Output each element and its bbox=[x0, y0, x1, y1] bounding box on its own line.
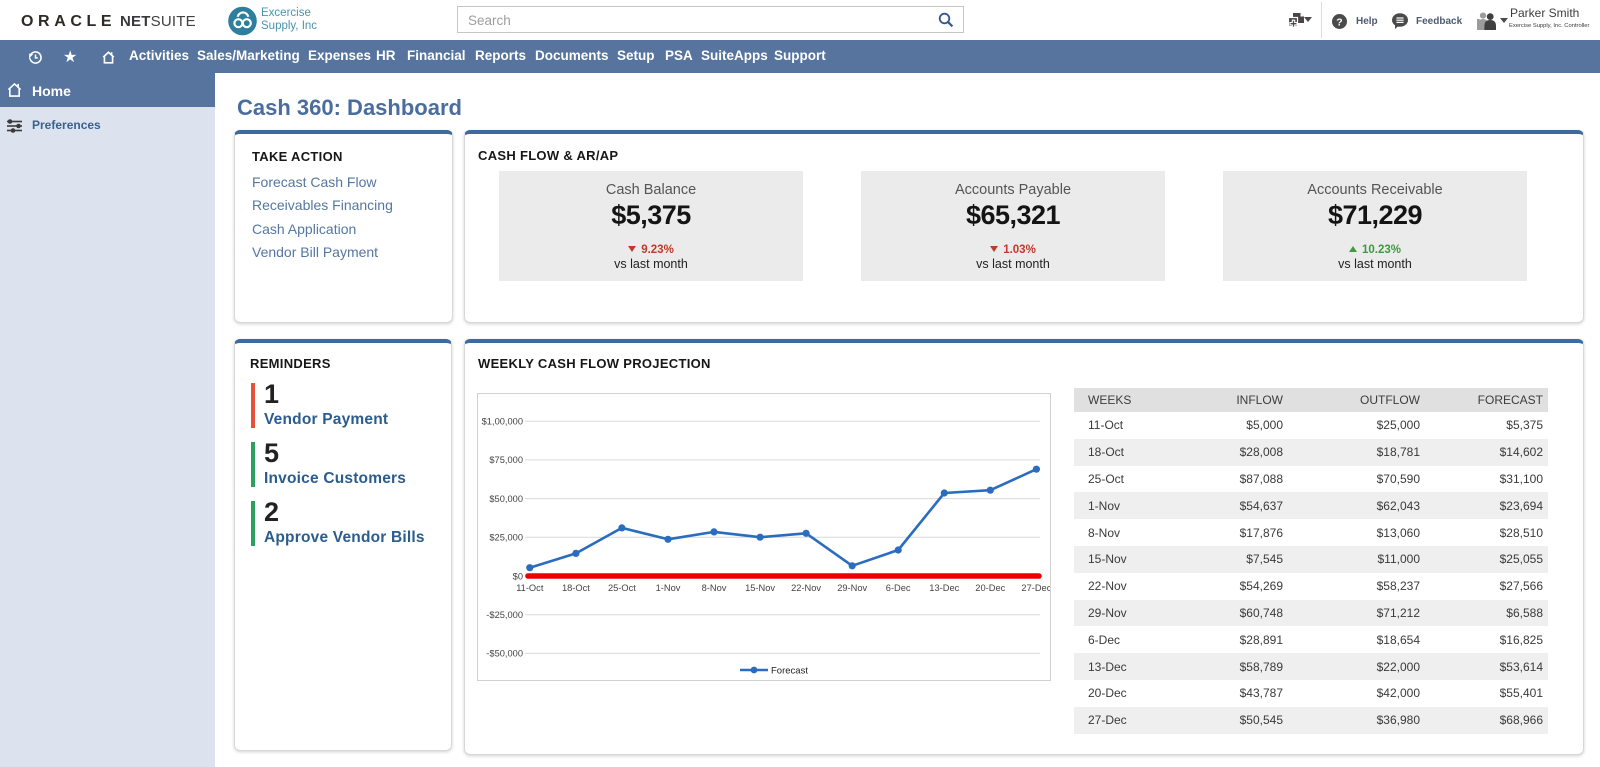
svg-text:Forecast: Forecast bbox=[771, 666, 808, 677]
svg-text:11-Oct: 11-Oct bbox=[516, 583, 544, 593]
svg-text:1-Nov: 1-Nov bbox=[656, 583, 681, 593]
svg-text:8-Nov: 8-Nov bbox=[702, 583, 727, 593]
svg-text:29-Nov: 29-Nov bbox=[837, 583, 867, 593]
svg-text:$50,000: $50,000 bbox=[489, 494, 523, 504]
svg-text:-$25,000: -$25,000 bbox=[486, 610, 523, 620]
svg-text:27-Dec: 27-Dec bbox=[1021, 583, 1050, 593]
svg-text:15-Nov: 15-Nov bbox=[745, 583, 775, 593]
svg-text:25-Oct: 25-Oct bbox=[608, 583, 636, 593]
svg-text:6-Dec: 6-Dec bbox=[886, 583, 911, 593]
svg-text:18-Oct: 18-Oct bbox=[562, 583, 590, 593]
svg-text:?: ? bbox=[1336, 16, 1342, 28]
svg-text:$1,00,000: $1,00,000 bbox=[482, 417, 523, 427]
svg-text:-$50,000: -$50,000 bbox=[486, 649, 523, 659]
svg-text:$75,000: $75,000 bbox=[489, 455, 523, 465]
svg-text:$0: $0 bbox=[513, 571, 523, 581]
svg-text:13-Dec: 13-Dec bbox=[929, 583, 959, 593]
svg-text:22-Nov: 22-Nov bbox=[791, 583, 821, 593]
svg-text:20-Dec: 20-Dec bbox=[975, 583, 1005, 593]
svg-text:$25,000: $25,000 bbox=[489, 533, 523, 543]
